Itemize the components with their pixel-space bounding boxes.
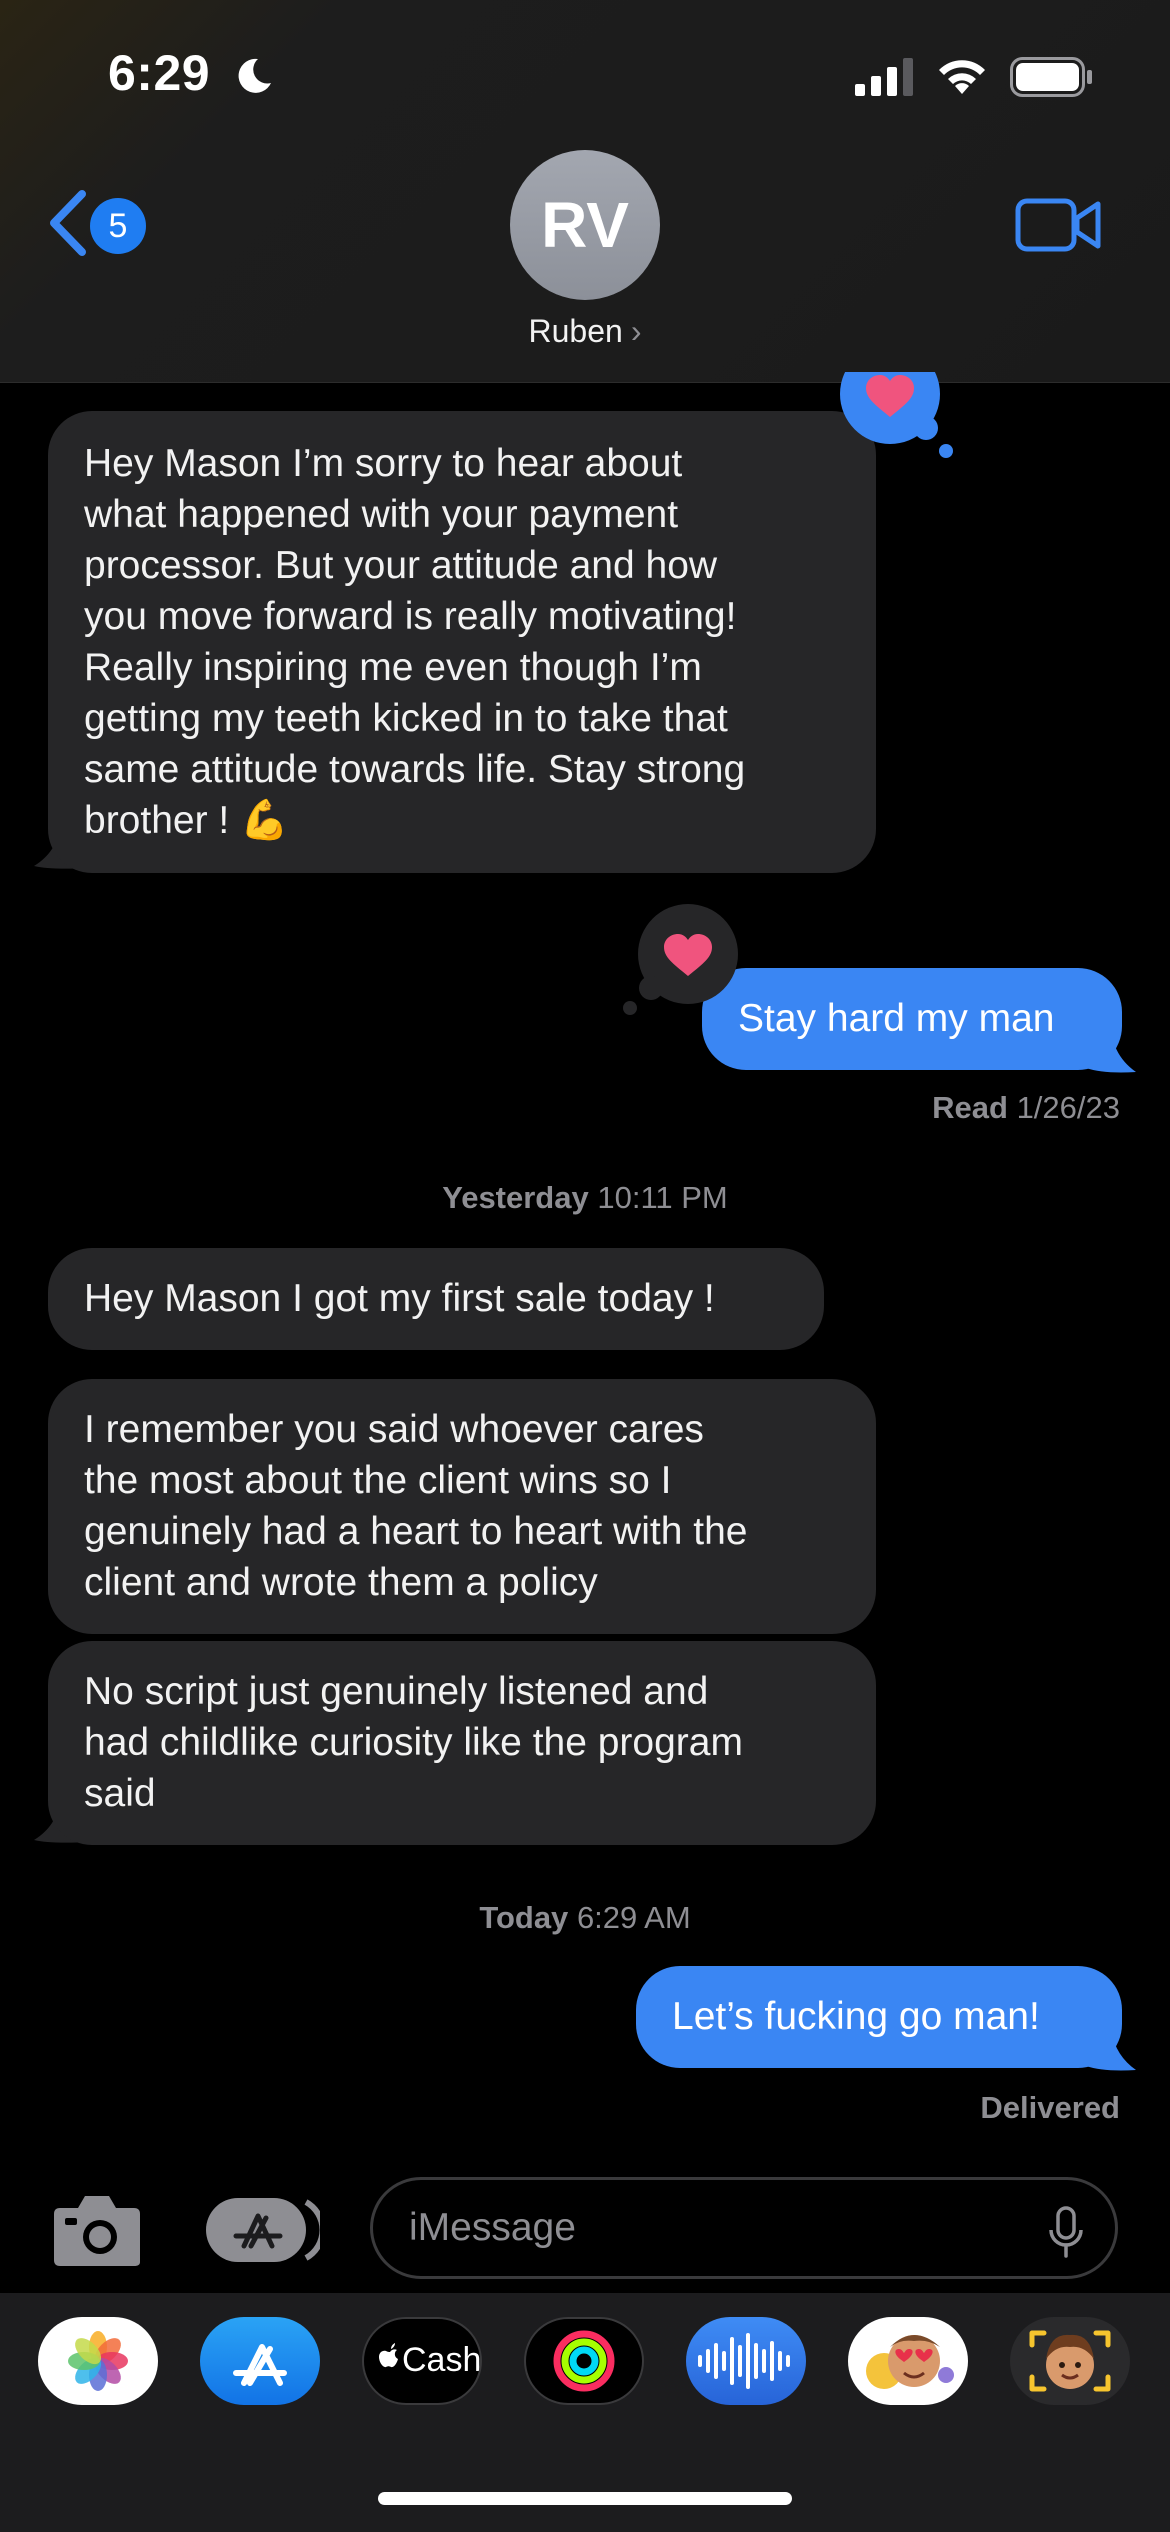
message-text: Hey Mason I’m sorry to hear about what h… (84, 442, 746, 842)
contact-avatar[interactable]: RV (510, 150, 660, 300)
message-bubble-outgoing[interactable]: Let’s fucking go man! (636, 1966, 1122, 2068)
audio-message-button[interactable] (686, 2317, 806, 2405)
memoji-stickers-button[interactable] (848, 2317, 968, 2405)
delivered-receipt: Delivered (980, 2090, 1120, 2125)
timestamp-divider: Today 6:29 AM (0, 1900, 1170, 1936)
timestamp-day: Today (479, 1900, 569, 1935)
apple-cash-label: Cash (402, 2341, 482, 2379)
app-store-button[interactable] (200, 2317, 320, 2405)
read-receipt: Read 1/26/23 (932, 1090, 1120, 1126)
home-indicator[interactable] (378, 2492, 792, 2505)
microphone-icon[interactable] (1048, 2206, 1084, 2258)
battery-icon (1010, 57, 1092, 97)
message-input[interactable]: iMessage (370, 2177, 1118, 2279)
timestamp-time: 10:11 PM (597, 1180, 728, 1215)
apple-logo-icon (379, 2343, 398, 2368)
unread-count-badge[interactable]: 5 (90, 198, 146, 254)
activity-rings-icon (553, 2330, 615, 2392)
apple-cash-button[interactable]: Cash (362, 2317, 482, 2405)
chevron-right-icon: › (630, 313, 642, 349)
timestamp-divider: Yesterday 10:11 PM (0, 1180, 1170, 1216)
photos-icon (68, 2331, 128, 2391)
read-label: Read (932, 1090, 1008, 1125)
heart-reaction[interactable] (836, 372, 956, 462)
message-input-placeholder: iMessage (409, 2206, 576, 2249)
conversation-header: 6:29 5 RV Ruben › (0, 0, 1170, 383)
message-text: No script just genuinely listened and ha… (84, 1670, 743, 1815)
memoji-stickers-icon (866, 2335, 954, 2389)
activity-app-button[interactable] (524, 2317, 644, 2405)
contact-name-button[interactable]: Ruben › (0, 313, 1170, 350)
memoji-icon (1029, 2330, 1111, 2392)
message-bubble-incoming[interactable]: I remember you said whoever cares the mo… (48, 1379, 876, 1634)
message-bubble-outgoing[interactable]: Stay hard my man (702, 968, 1122, 1070)
audio-message-icon (698, 2333, 790, 2389)
wifi-icon (939, 60, 985, 94)
moon-icon (238, 58, 271, 93)
heart-reaction[interactable] (620, 902, 740, 1018)
message-bubble-incoming[interactable]: Hey Mason I got my first sale today ! (48, 1248, 824, 1350)
message-bubble-incoming[interactable]: No script just genuinely listened and ha… (48, 1641, 876, 1845)
message-text: Let’s fucking go man! (672, 1995, 1040, 2038)
message-bubble-incoming[interactable]: Hey Mason I’m sorry to hear about what h… (48, 411, 876, 873)
read-date: 1/26/23 (1016, 1090, 1120, 1125)
timestamp-day: Yesterday (442, 1180, 589, 1215)
facetime-video-icon[interactable] (1015, 196, 1101, 254)
app-store-icon (233, 2344, 287, 2386)
message-text: Hey Mason I got my first sale today ! (84, 1277, 715, 1320)
message-text: I remember you said whoever cares the mo… (84, 1408, 748, 1604)
status-time: 6:29 (108, 45, 211, 101)
message-text: Stay hard my man (738, 997, 1055, 1040)
back-chevron-icon[interactable] (46, 188, 90, 258)
memoji-button[interactable] (1010, 2317, 1130, 2405)
app-drawer-icon[interactable] (206, 2194, 320, 2266)
camera-icon[interactable] (52, 2192, 142, 2268)
timestamp-time: 6:29 AM (576, 1900, 691, 1935)
contact-name: Ruben (528, 313, 623, 349)
cellular-signal-icon (855, 58, 913, 96)
photos-app-button[interactable] (38, 2317, 158, 2405)
